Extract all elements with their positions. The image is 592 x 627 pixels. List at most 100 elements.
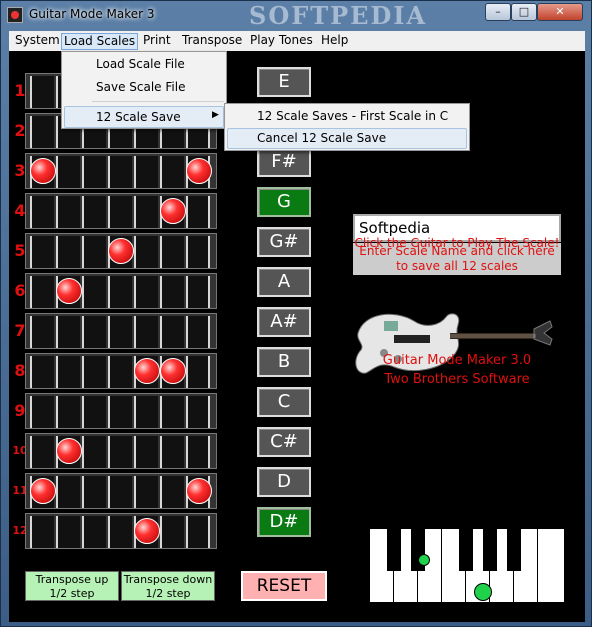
fret-cell[interactable]: [30, 236, 54, 268]
menu-system[interactable]: System: [13, 33, 62, 50]
fret-cell[interactable]: [108, 196, 132, 228]
fret-cell[interactable]: [186, 316, 210, 348]
transpose-up-button[interactable]: Transpose up 1/2 step: [25, 571, 119, 601]
fret-cell[interactable]: [108, 316, 132, 348]
fret-cell[interactable]: [56, 196, 80, 228]
scale-note-dot[interactable]: [108, 238, 134, 264]
fret-row[interactable]: [25, 513, 217, 549]
note-button[interactable]: A: [257, 267, 311, 297]
fret-cell[interactable]: [160, 276, 184, 308]
menu-print[interactable]: Print: [141, 33, 173, 50]
fret-cell[interactable]: [82, 356, 106, 388]
fret-cell[interactable]: [134, 436, 158, 468]
fret-cell[interactable]: [82, 436, 106, 468]
reset-button[interactable]: RESET: [241, 571, 327, 601]
fret-cell[interactable]: [108, 436, 132, 468]
fret-cell[interactable]: [134, 476, 158, 508]
scale-note-dot[interactable]: [160, 358, 186, 384]
note-button[interactable]: G#: [257, 227, 311, 257]
menu-help[interactable]: Help: [319, 33, 350, 50]
fret-cell[interactable]: [56, 516, 80, 548]
fret-cell[interactable]: [82, 236, 106, 268]
transpose-down-button[interactable]: Transpose down 1/2 step: [121, 571, 215, 601]
fret-cell[interactable]: [186, 396, 210, 428]
fret-cell[interactable]: [56, 476, 80, 508]
fret-cell[interactable]: [82, 476, 106, 508]
close-button[interactable]: ✕: [537, 3, 583, 21]
menu-load-scales[interactable]: Load Scales: [61, 33, 139, 50]
fret-cell[interactable]: [82, 276, 106, 308]
fret-cell[interactable]: [82, 156, 106, 188]
fret-cell[interactable]: [160, 396, 184, 428]
fret-cell[interactable]: [160, 236, 184, 268]
note-button[interactable]: C#: [257, 427, 311, 457]
menu-play-tones[interactable]: Play Tones: [248, 33, 315, 50]
fret-cell[interactable]: [186, 516, 210, 548]
fret-cell[interactable]: [30, 516, 54, 548]
fret-cell[interactable]: [134, 236, 158, 268]
scale-note-dot[interactable]: [186, 478, 212, 504]
scale-note-dot[interactable]: [56, 278, 82, 304]
menu-cancel-12-scale-save[interactable]: Cancel 12 Scale Save: [257, 127, 386, 149]
fret-row[interactable]: [25, 313, 217, 349]
piano-white-key[interactable]: [538, 529, 564, 602]
fret-cell[interactable]: [82, 396, 106, 428]
minimize-button[interactable]: –: [485, 3, 511, 21]
note-button[interactable]: D#: [257, 507, 311, 537]
fret-cell[interactable]: [160, 436, 184, 468]
piano-black-key[interactable]: [507, 529, 521, 571]
fret-cell[interactable]: [160, 516, 184, 548]
note-button[interactable]: A#: [257, 307, 311, 337]
fret-row[interactable]: [25, 153, 217, 189]
fret-row[interactable]: [25, 393, 217, 429]
fret-cell[interactable]: [30, 76, 54, 108]
fret-cell[interactable]: [186, 356, 210, 388]
scale-note-dot[interactable]: [134, 518, 160, 544]
note-button[interactable]: F#: [257, 147, 311, 177]
fret-cell[interactable]: [30, 316, 54, 348]
menu-save-scale-file[interactable]: Save Scale File: [96, 77, 185, 97]
fret-cell[interactable]: [30, 276, 54, 308]
fret-row[interactable]: [25, 193, 217, 229]
scale-note-dot[interactable]: [160, 198, 186, 224]
fret-cell[interactable]: [108, 156, 132, 188]
fret-cell[interactable]: [108, 276, 132, 308]
fret-cell[interactable]: [82, 196, 106, 228]
fret-cell[interactable]: [56, 356, 80, 388]
fret-cell[interactable]: [134, 316, 158, 348]
fret-cell[interactable]: [186, 436, 210, 468]
fret-cell[interactable]: [134, 396, 158, 428]
scale-note-dot[interactable]: [30, 478, 56, 504]
menu-12-scale-save[interactable]: 12 Scale Save: [96, 107, 181, 127]
maximize-button[interactable]: □: [511, 3, 537, 21]
piano-black-key[interactable]: [483, 529, 497, 571]
fret-row[interactable]: [25, 353, 217, 389]
scale-note-dot[interactable]: [30, 158, 56, 184]
scale-note-dot[interactable]: [134, 358, 160, 384]
note-button[interactable]: G: [257, 187, 311, 217]
fret-cell[interactable]: [160, 476, 184, 508]
fret-cell[interactable]: [108, 516, 132, 548]
scale-note-dot[interactable]: [56, 438, 82, 464]
fret-cell[interactable]: [56, 396, 80, 428]
fret-row[interactable]: [25, 233, 217, 269]
fret-cell[interactable]: [186, 276, 210, 308]
fret-cell[interactable]: [160, 156, 184, 188]
fret-cell[interactable]: [30, 356, 54, 388]
piano-black-key[interactable]: [459, 529, 473, 571]
note-button[interactable]: C: [257, 387, 311, 417]
fret-cell[interactable]: [160, 316, 184, 348]
note-button[interactable]: D: [257, 467, 311, 497]
menu-load-scale-file[interactable]: Load Scale File: [96, 54, 185, 74]
fret-row[interactable]: [25, 273, 217, 309]
fret-cell[interactable]: [134, 276, 158, 308]
fret-cell[interactable]: [134, 156, 158, 188]
scale-note-dot[interactable]: [186, 158, 212, 184]
fret-cell[interactable]: [108, 356, 132, 388]
note-button[interactable]: B: [257, 347, 311, 377]
fret-cell[interactable]: [186, 236, 210, 268]
fret-cell[interactable]: [108, 396, 132, 428]
piano-black-key[interactable]: [387, 529, 401, 571]
fret-cell[interactable]: [30, 116, 54, 148]
piano-keyboard[interactable]: [370, 529, 564, 602]
